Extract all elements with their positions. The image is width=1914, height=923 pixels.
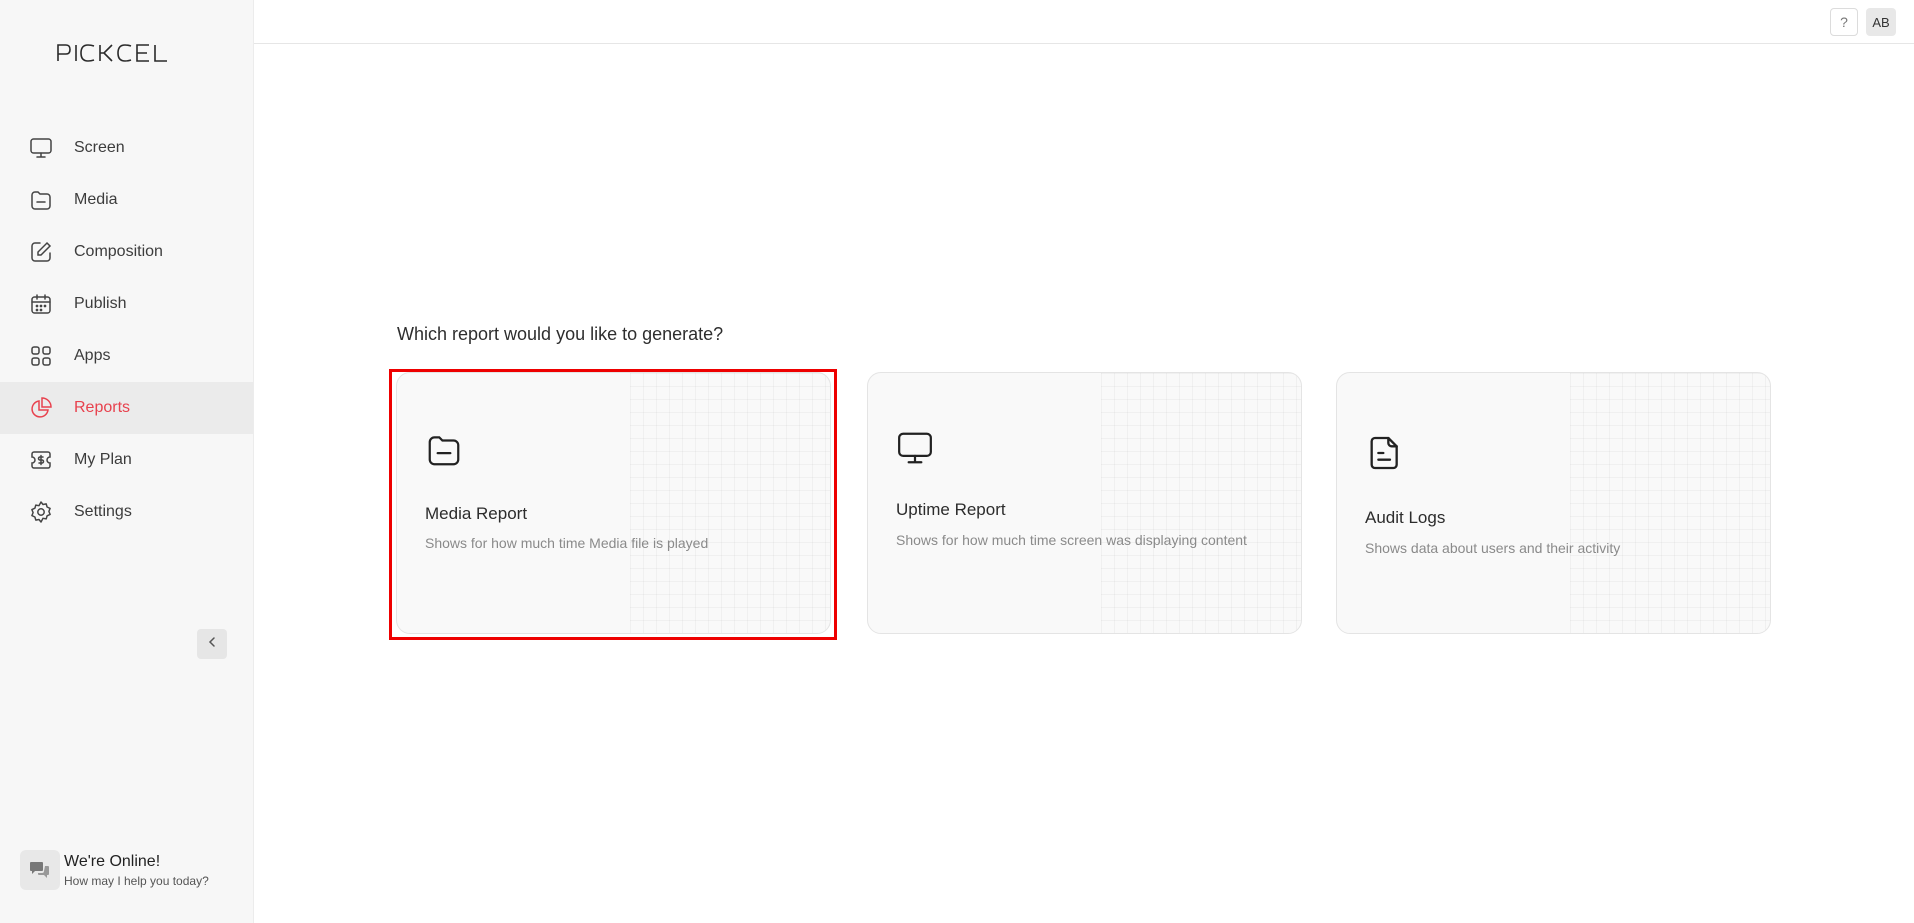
- sidebar: Screen Media Composition Publish Apps Re…: [0, 0, 254, 923]
- sidebar-item-label: Settings: [74, 503, 132, 520]
- dollar-ticket-icon: [28, 447, 54, 473]
- sidebar-item-my-plan[interactable]: My Plan: [0, 434, 253, 486]
- card-description: Shows for how much time screen was displ…: [896, 532, 1247, 548]
- edit-icon: [28, 239, 54, 265]
- monitor-icon: [28, 135, 54, 161]
- sidebar-item-label: Composition: [74, 243, 163, 260]
- card-grid-pattern: [1101, 373, 1301, 633]
- chat-text: We're Online! How may I help you today?: [64, 853, 209, 888]
- sidebar-item-label: Publish: [74, 295, 127, 312]
- sidebar-item-screen[interactable]: Screen: [0, 122, 253, 174]
- folder-icon: [425, 431, 465, 471]
- help-button[interactable]: ?: [1830, 8, 1858, 36]
- sidebar-nav: Screen Media Composition Publish Apps Re…: [0, 122, 253, 538]
- sidebar-item-label: Reports: [74, 399, 131, 416]
- chat-title: We're Online!: [64, 852, 161, 870]
- chat-widget[interactable]: We're Online! How may I help you today?: [20, 850, 209, 890]
- chat-subtitle: How may I help you today?: [64, 873, 209, 888]
- calendar-icon: [28, 291, 54, 317]
- sidebar-item-label: Apps: [74, 347, 111, 364]
- card-description: Shows data about users and their activit…: [1365, 540, 1621, 556]
- media-report-card[interactable]: Media Report Shows for how much time Med…: [396, 372, 831, 634]
- card-description: Shows for how much time Media file is pl…: [425, 535, 709, 551]
- card-title: Uptime Report: [896, 500, 1006, 519]
- sidebar-item-publish[interactable]: Publish: [0, 278, 253, 330]
- chat-bubbles-icon: [20, 850, 60, 890]
- sidebar-item-label: Media: [74, 191, 118, 208]
- pie-chart-icon: [28, 395, 54, 421]
- top-bar: ? AB: [254, 0, 1914, 44]
- sidebar-item-settings[interactable]: Settings: [0, 486, 253, 538]
- gear-icon: [28, 499, 54, 525]
- card-grid-pattern: [630, 373, 830, 633]
- card-title: Media Report: [425, 504, 528, 523]
- sidebar-item-composition[interactable]: Composition: [0, 226, 253, 278]
- uptime-report-card[interactable]: Uptime Report Shows for how much time sc…: [867, 372, 1302, 634]
- folder-icon: [28, 187, 54, 213]
- sidebar-item-label: My Plan: [74, 451, 132, 468]
- audit-logs-card[interactable]: Audit Logs Shows data about users and th…: [1336, 372, 1771, 634]
- document-icon: [1365, 433, 1405, 473]
- sidebar-item-label: Screen: [74, 139, 125, 156]
- sidebar-item-apps[interactable]: Apps: [0, 330, 253, 382]
- monitor-icon: [896, 429, 936, 469]
- card-grid-pattern: [1570, 373, 1770, 633]
- sidebar-item-reports[interactable]: Reports: [0, 382, 253, 434]
- avatar[interactable]: AB: [1866, 8, 1896, 36]
- collapse-sidebar-button[interactable]: [197, 629, 227, 659]
- card-title: Audit Logs: [1365, 508, 1446, 527]
- pickcel-logo[interactable]: [56, 42, 192, 64]
- chevron-left-icon: [206, 635, 218, 653]
- page-question: Which report would you like to generate?: [397, 324, 724, 344]
- sidebar-item-media[interactable]: Media: [0, 174, 253, 226]
- apps-grid-icon: [28, 343, 54, 369]
